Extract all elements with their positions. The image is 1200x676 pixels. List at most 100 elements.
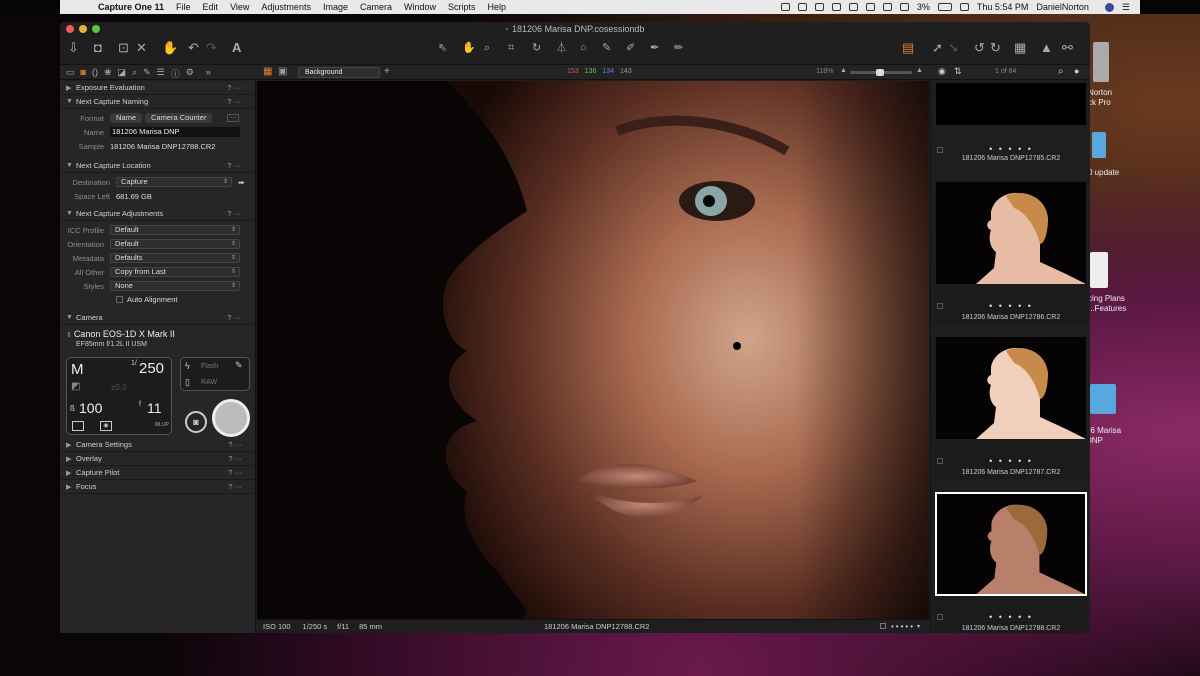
browser-thumb[interactable]: • • • • • 181206 Marisa DNP12787.CR2 bbox=[935, 336, 1087, 479]
browser-thumb[interactable]: • • • • • 181206 Marisa DNP12786.CR2 bbox=[935, 181, 1087, 324]
section-next-capture-adjustments[interactable]: ▼ Next Capture Adjustments ? ··· bbox=[60, 207, 255, 221]
exposure-comp-value[interactable]: ±0.0 bbox=[111, 383, 127, 392]
apply-adjustments-icon[interactable]: ➘ bbox=[948, 40, 959, 56]
aperture-value[interactable]: 11 bbox=[147, 400, 162, 416]
annotate-tool-icon[interactable]: ✒ bbox=[650, 40, 659, 56]
settings-tab-icon[interactable]: ⚙ bbox=[186, 67, 194, 80]
menu-camera[interactable]: Camera bbox=[360, 2, 392, 12]
raw-file-icon[interactable]: ▯ bbox=[185, 377, 190, 388]
camera-model-select[interactable]: ⇕ Canon EOS-1D X Mark II bbox=[66, 329, 175, 339]
wifi-icon[interactable] bbox=[899, 3, 909, 11]
mirror-lockup-label[interactable]: MLUP bbox=[155, 422, 169, 428]
grid-icon[interactable]: ▦ bbox=[1014, 40, 1026, 56]
pan-hand-icon[interactable]: ✋ bbox=[162, 40, 178, 56]
format-edit-button[interactable]: ··· bbox=[227, 114, 240, 122]
rotate-right-icon[interactable]: ↻ bbox=[990, 40, 1001, 56]
shutter-capture-button[interactable] bbox=[212, 399, 250, 437]
loupe-tool-icon[interactable]: ⌕ bbox=[484, 40, 490, 56]
section-camera-settings[interactable]: ▶ Camera Settings ? ··· bbox=[60, 438, 256, 452]
desktop-folder-icon[interactable] bbox=[1092, 132, 1106, 158]
output-tab-icon[interactable]: ☰ bbox=[157, 67, 165, 80]
time-machine-icon[interactable] bbox=[865, 3, 875, 11]
select-tool-icon[interactable]: ⇖ bbox=[438, 40, 447, 56]
auto-adjust-icon[interactable]: A bbox=[232, 40, 241, 56]
exposure-warning-icon[interactable]: ▲ bbox=[1040, 40, 1053, 56]
siri-icon[interactable] bbox=[1104, 2, 1114, 12]
notification-icon[interactable] bbox=[780, 3, 790, 11]
close-window-button[interactable] bbox=[66, 25, 74, 33]
browser-thumb-selected[interactable]: • • • • • 181206 Marisa DNP12788.CR2 bbox=[935, 492, 1087, 633]
keyboard-input-icon[interactable] bbox=[959, 3, 969, 11]
airplay-icon[interactable] bbox=[848, 3, 858, 11]
help-icon[interactable]: ? ··· bbox=[228, 440, 242, 449]
desktop-icon-label-2[interactable]: 0 update bbox=[1088, 168, 1140, 178]
thumb-rating-dots[interactable]: • • • • • bbox=[935, 613, 1087, 622]
desktop-file-icon[interactable] bbox=[1093, 42, 1109, 82]
menu-file[interactable]: File bbox=[176, 2, 191, 12]
rotate-left-icon[interactable]: ↺ bbox=[974, 40, 985, 56]
eyedropper-icon[interactable]: ✎ bbox=[235, 360, 243, 371]
live-view-icon[interactable]: ◙ bbox=[185, 411, 207, 433]
zoom-slider-thumb[interactable] bbox=[876, 69, 884, 76]
app-status-icon[interactable] bbox=[831, 3, 841, 11]
menu-window[interactable]: Window bbox=[404, 2, 436, 12]
stack-icon[interactable]: ▤ bbox=[902, 40, 914, 56]
library-tab-icon[interactable]: ▭ bbox=[66, 67, 75, 80]
menubar-user[interactable]: DanielNorton bbox=[1036, 2, 1089, 12]
desktop-folder-icon-2[interactable] bbox=[1090, 384, 1116, 414]
thumb-rating-dots[interactable]: • • • • • bbox=[935, 145, 1087, 154]
menu-edit[interactable]: Edit bbox=[203, 2, 219, 12]
desktop-icon-label-3[interactable]: cing Plans ...Features bbox=[1088, 294, 1140, 314]
browser-user-icon[interactable]: ● bbox=[1074, 66, 1079, 76]
orientation-select[interactable]: Default bbox=[110, 239, 240, 249]
section-capture-pilot[interactable]: ▶ Capture Pilot ? ··· bbox=[60, 466, 256, 480]
redo-icon[interactable]: ↷ bbox=[206, 40, 217, 56]
sort-icon[interactable]: ⇅ bbox=[954, 66, 962, 77]
picker-tool-icon[interactable]: ✎ bbox=[602, 40, 611, 56]
metering-icon[interactable]: ◉ bbox=[100, 421, 112, 431]
destination-select[interactable]: Capture bbox=[116, 177, 232, 187]
metadata-select[interactable]: Defaults bbox=[110, 253, 240, 263]
thumb-rating-dots[interactable]: • • • • • bbox=[935, 302, 1087, 311]
viewer-grid-icon[interactable]: ▦ bbox=[263, 66, 272, 77]
add-variant-icon[interactable]: + bbox=[384, 66, 390, 77]
styles-select[interactable]: None bbox=[110, 281, 240, 291]
hand-tool-icon[interactable]: ✋ bbox=[462, 40, 476, 56]
zoom-out-icon[interactable]: ▲ bbox=[840, 67, 847, 74]
viewer-single-icon[interactable]: ▣ bbox=[278, 66, 287, 77]
browser-top-thumb-partial[interactable] bbox=[936, 83, 1086, 125]
minimize-window-button[interactable] bbox=[79, 25, 87, 33]
flash-icon[interactable]: ϟ bbox=[185, 361, 190, 371]
help-icon[interactable]: ? ··· bbox=[227, 97, 241, 106]
shutter-speed[interactable]: 250 bbox=[139, 360, 164, 377]
color-tab-icon[interactable]: ❀ bbox=[104, 67, 112, 80]
zoom-level[interactable]: 118% bbox=[816, 68, 833, 75]
lens-tab-icon[interactable]: () bbox=[92, 67, 98, 80]
more-tabs-icon[interactable]: » bbox=[206, 67, 211, 80]
exposure-mode[interactable]: M bbox=[71, 361, 84, 378]
help-icon[interactable]: ? ··· bbox=[227, 161, 241, 170]
help-icon[interactable]: ? ··· bbox=[227, 83, 241, 92]
auto-alignment-checkbox[interactable] bbox=[116, 295, 123, 303]
menu-scripts[interactable]: Scripts bbox=[448, 2, 476, 12]
desktop-icon-label-1[interactable]: Norton ck Pro bbox=[1088, 88, 1128, 108]
help-icon[interactable]: ? ··· bbox=[228, 482, 242, 491]
creative-cloud-icon[interactable] bbox=[814, 3, 824, 11]
menu-help[interactable]: Help bbox=[488, 2, 507, 12]
help-icon[interactable]: ? ··· bbox=[227, 209, 241, 218]
view-eye-icon[interactable]: ◉ bbox=[938, 66, 946, 77]
status-rating-checkbox[interactable] bbox=[880, 623, 886, 629]
undo-icon[interactable]: ↶ bbox=[188, 40, 199, 56]
spot-removal-icon[interactable]: ○ bbox=[580, 40, 587, 56]
menu-adjustments[interactable]: Adjustments bbox=[261, 2, 311, 12]
iso-value[interactable]: 100 bbox=[79, 400, 102, 416]
section-next-capture-location[interactable]: ▼ Next Capture Location ? ··· bbox=[60, 159, 255, 173]
thumb-rating-dots[interactable]: • • • • • bbox=[935, 457, 1087, 466]
keystone-tool-icon[interactable]: ⏃ bbox=[556, 40, 567, 56]
exposure-comp-icon[interactable]: ◩ bbox=[71, 381, 80, 392]
tether-icon[interactable]: ⊡ bbox=[118, 40, 129, 56]
status-more-icon[interactable]: ▾ bbox=[917, 623, 920, 630]
section-overlay[interactable]: ▶ Overlay ? ··· bbox=[60, 452, 256, 466]
name-field[interactable]: 181206 Marisa DNP bbox=[110, 127, 240, 137]
desktop-doc-icon[interactable] bbox=[1090, 252, 1108, 288]
